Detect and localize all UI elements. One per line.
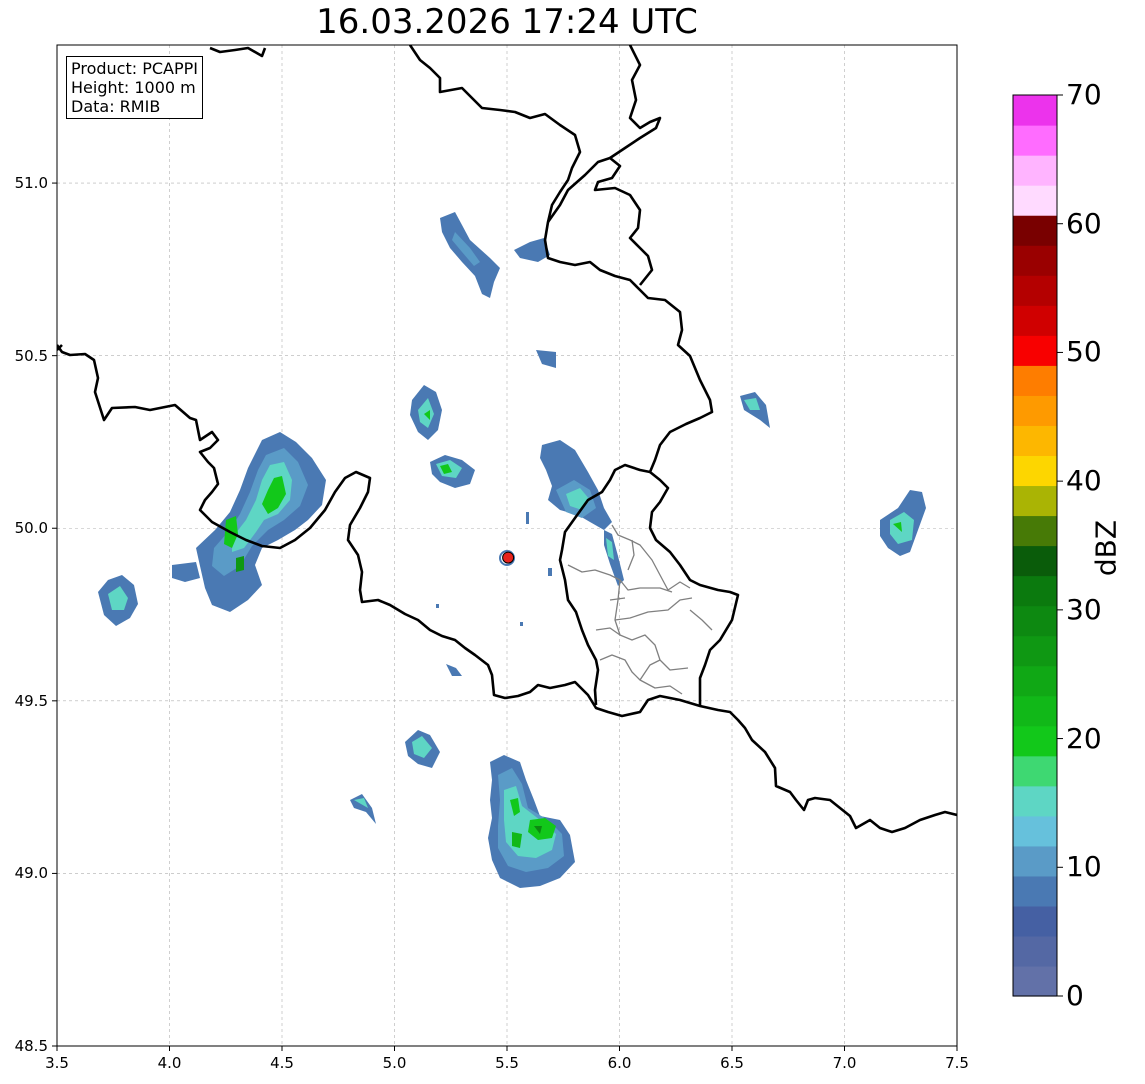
colorbar-tick-label: 60 [1066,206,1102,240]
lat-tick-label: 51.0 [14,174,48,193]
info-product: Product: PCAPPI [71,59,199,78]
colorbar-segment [1013,185,1057,216]
colorbar-segment [1013,845,1057,877]
radar-site-marker [502,551,515,564]
colorbar-segment [1013,755,1057,787]
lon-tick-label: 5.0 [382,1054,407,1072]
lat-tick-label: 49.5 [14,691,48,710]
colorbar-tick-label: 70 [1066,78,1102,111]
colorbar-segment [1013,635,1057,667]
lon-tick-label: 4.0 [157,1054,182,1072]
colorbar-tick-label: 30 [1066,592,1102,626]
colorbar-segment [1013,485,1057,517]
colorbar-segment [1013,335,1057,366]
lon-tick-label: 6.0 [607,1054,632,1072]
colorbar-segment [1013,515,1057,547]
colorbar-segment [1013,395,1057,426]
colorbar-segment [1013,245,1057,276]
lat-tick-label: 50.5 [14,346,48,365]
lon-tick-label: 3.5 [45,1054,69,1072]
colorbar-segment [1013,275,1057,306]
lon-tick-label: 7.5 [945,1054,969,1072]
colorbar-tick-label: 0 [1066,979,1084,1012]
colorbar-segment [1013,965,1057,997]
info-height: Height: 1000 m [71,78,196,97]
colorbar-segment [1013,875,1057,907]
colorbar-label: dBZ [1089,519,1123,577]
colorbar-segment [1013,815,1057,847]
radar-map [52,44,1063,1051]
lat-tick-label: 50.0 [14,519,48,538]
colorbar-tick-label: 20 [1066,721,1102,755]
colorbar-segment [1013,95,1057,126]
colorbar-segment [1013,695,1057,727]
colorbar-segment [1013,605,1057,637]
colorbar-segment [1013,665,1057,697]
product-info-box: Product: PCAPPI Height: 1000 m Data: RMI… [66,56,204,119]
colorbar-segment [1013,305,1057,336]
colorbar [1013,95,1057,997]
colorbar-segment [1013,935,1057,967]
colorbar-tick-marks [1057,94,1063,997]
colorbar-tick-label: 50 [1066,335,1102,369]
colorbar-segment [1013,905,1057,937]
lon-tick-label: 5.5 [495,1054,519,1072]
colorbar-segment [1013,125,1057,156]
colorbar-segment [1013,425,1057,456]
colorbar-tick-label: 10 [1066,850,1102,884]
colorbar-segment [1013,455,1057,487]
info-data-source: Data: RMIB [71,97,161,116]
colorbar-segment [1013,155,1057,186]
lon-tick-label: 6.5 [720,1054,744,1072]
colorbar-tick-label: 40 [1066,464,1102,498]
lon-tick-label: 7.0 [832,1054,857,1072]
lon-tick-label: 4.5 [270,1054,294,1072]
colorbar-segment [1013,725,1057,757]
colorbar-segment [1013,785,1057,817]
colorbar-segment [1013,215,1057,246]
lat-tick-label: 49.0 [14,864,48,883]
colorbar-segment [1013,575,1057,607]
colorbar-segment [1013,545,1057,577]
lat-tick-label: 48.5 [14,1037,48,1055]
colorbar-segment [1013,365,1057,396]
